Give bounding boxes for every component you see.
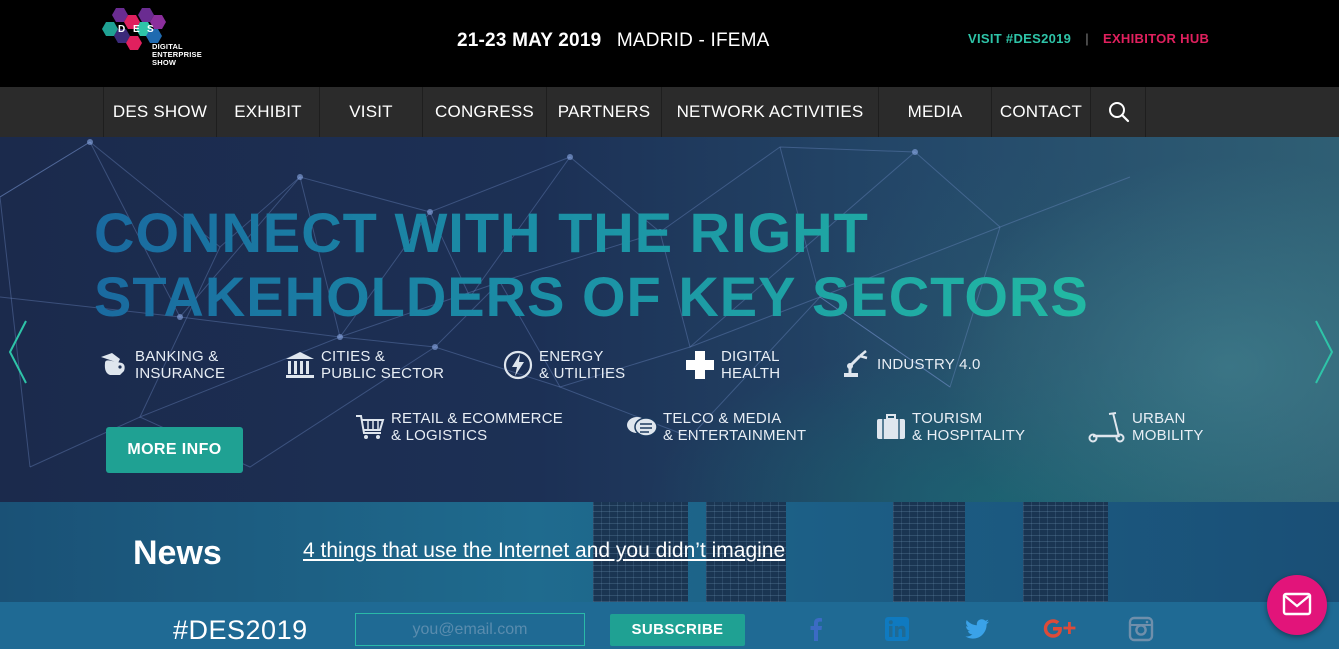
des-logo[interactable]: D E S DIGITAL ENTERPRISE SHOW [102,6,212,76]
facebook-link[interactable] [803,616,829,642]
top-bar: D E S DIGITAL ENTERPRISE SHOW 21-23 MAY … [0,0,1339,87]
email-input[interactable] [355,613,585,646]
slider-prev-arrow-icon[interactable] [6,317,30,387]
twitter-icon [965,619,989,639]
more-info-button[interactable]: MORE INFO [106,427,243,473]
nav-item-visit[interactable]: VISIT [319,87,422,137]
mail-icon [1282,592,1312,616]
sector-label: CITIES & PUBLIC SECTOR [321,348,445,382]
sector-label: RETAIL & ECOMMERCE & LOGISTICS [391,410,563,444]
hero-title-line2: STAKEHOLDERS OF KEY SECTORS [94,265,1089,328]
subscribe-button[interactable]: SUBSCRIBE [610,614,745,646]
event-dates: 21-23 MAY 2019 [457,30,602,51]
exhibitor-hub-link[interactable]: EXHIBITOR HUB [1103,31,1209,46]
contact-mail-button[interactable] [1267,575,1327,635]
slider-next-arrow-icon[interactable] [1312,317,1336,387]
facebook-icon [810,618,822,641]
lightning-icon [503,350,533,380]
scooter-icon [1088,412,1125,443]
tower-decoration [1023,502,1108,602]
hero-title: CONNECT WITH THE RIGHT STAKEHOLDERS OF K… [94,201,1089,329]
nav-item-media[interactable]: MEDIA [878,87,991,137]
nav-item-network-activities[interactable]: NETWORK ACTIVITIES [661,87,878,137]
google-plus-link[interactable] [1042,616,1078,642]
svg-text:S: S [147,24,154,35]
nav-item-des-show[interactable]: DES SHOW [103,87,216,137]
instagram-icon [1128,616,1154,642]
sector-retail-logistics[interactable]: RETAIL & ECOMMERCE & LOGISTICS [354,410,563,444]
news-headline-link[interactable]: 4 things that use the Internet and you d… [303,539,785,563]
google-plus-icon [1043,619,1076,638]
linkedin-icon [885,617,909,641]
sector-urban-mobility[interactable]: URBAN MOBILITY [1087,410,1204,444]
visit-link[interactable]: VISIT #DES2019 [968,31,1071,46]
instagram-link[interactable] [1128,616,1154,642]
nav-item-contact[interactable]: CONTACT [991,87,1090,137]
piggy-bank-icon [101,353,125,375]
sector-label: URBAN MOBILITY [1132,410,1204,444]
hashtag: #DES2019 [173,615,308,645]
logo-wordmark: DIGITAL ENTERPRISE SHOW [152,42,202,67]
top-links: VISIT #DES2019 | EXHIBITOR HUB [968,31,1209,46]
hero-slider: CONNECT WITH THE RIGHT STAKEHOLDERS OF K… [0,137,1339,502]
event-info: 21-23 MAY 2019 MADRID - IFEMA [457,30,770,52]
svg-text:D: D [118,24,125,35]
shopping-cart-icon [356,415,385,439]
sector-label: INDUSTRY 4.0 [877,355,981,373]
sector-label: DIGITAL HEALTH [721,348,781,382]
search-icon [1109,102,1130,123]
chat-bubbles-icon [627,417,658,437]
nav-item-exhibit[interactable]: EXHIBIT [216,87,319,137]
event-location: MADRID - IFEMA [616,30,770,51]
nav-search-button[interactable] [1090,87,1146,137]
sector-label: ENERGY & UTILITIES [539,348,626,382]
sector-tourism-hospitality[interactable]: TOURISM & HOSPITALITY [875,410,1025,444]
tower-decoration [893,502,965,602]
nav-item-partners[interactable]: PARTNERS [546,87,661,137]
twitter-link[interactable] [964,616,990,642]
sector-label: TELCO & MEDIA & ENTERTAINMENT [663,410,807,444]
nav-item-congress[interactable]: CONGRESS [422,87,546,137]
svg-text:E: E [133,24,140,35]
sector-industry[interactable]: INDUSTRY 4.0 [840,348,981,380]
subscribe-bar: #DES2019 SUBSCRIBE [0,602,1339,649]
sector-digital-health[interactable]: DIGITAL HEALTH [684,348,780,382]
sector-telco-media[interactable]: TELCO & MEDIA & ENTERTAINMENT [626,410,806,444]
suitcase-icon [877,414,905,439]
medical-cross-icon [686,351,714,379]
sector-label: TOURISM & HOSPITALITY [912,410,1026,444]
sector-energy-utilities[interactable]: ENERGY & UTILITIES [502,348,625,382]
news-label: News [133,534,222,572]
hero-title-line1: CONNECT WITH THE RIGHT [94,201,869,264]
link-divider: | [1085,31,1090,46]
news-bar: News 4 things that use the Internet and … [0,502,1339,602]
robot-arm-icon [844,350,868,377]
bank-building-icon [286,352,314,378]
sector-cities-public[interactable]: CITIES & PUBLIC SECTOR [284,348,444,382]
linkedin-link[interactable] [884,616,910,642]
sector-label: BANKING & INSURANCE [135,348,226,382]
sector-banking-insurance[interactable]: BANKING & INSURANCE [98,348,225,382]
main-nav: DES SHOW EXHIBIT VISIT CONGRESS PARTNERS… [0,87,1339,137]
